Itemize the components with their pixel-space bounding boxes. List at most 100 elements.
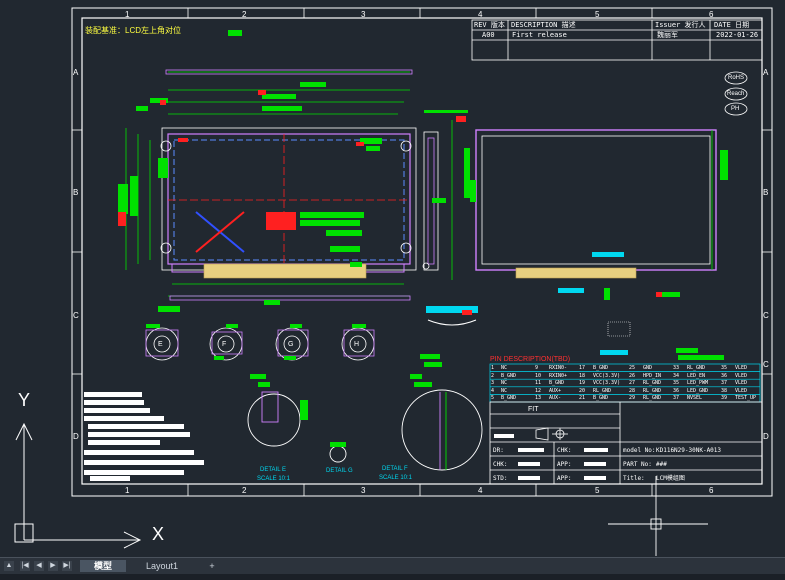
pin-table-cell: VCC(3.3V) — [593, 372, 621, 379]
fit-label: FIT — [528, 406, 539, 413]
ucs-y-label: Y — [18, 390, 31, 410]
pin-table-cell: 38 — [721, 387, 728, 394]
ucs-x-label: X — [152, 524, 165, 544]
tab-first-button[interactable]: |◀ — [20, 561, 30, 571]
pin-table-cell: B_GND — [593, 365, 609, 371]
tab-prev-button[interactable]: ◀ — [34, 561, 44, 571]
issuer-value: 魏丽军 — [657, 31, 678, 39]
detail-circles — [247, 389, 483, 471]
pin-table-cell: 11 — [535, 380, 542, 387]
model-space-canvas[interactable]: 1 2 3 4 5 6 1 2 3 4 5 6 A B C D A B C C … — [0, 0, 785, 557]
tab-last-button[interactable]: ▶| — [62, 561, 72, 571]
date-value: 2022-01-26 — [716, 31, 759, 39]
pin-table-cell: LED_EN — [687, 372, 706, 379]
col-number-6: 6 — [709, 10, 714, 19]
callout-g: G — [288, 341, 294, 348]
chk2-label: CHK: — [557, 447, 572, 454]
pin-table-title: PIN DESCRIPTION(TBD) — [490, 356, 571, 363]
row-letter-d-right: D — [763, 432, 769, 441]
col-number-2: 2 — [242, 10, 247, 19]
crosshair-cursor — [608, 476, 708, 556]
row-letter-c2-right: C — [763, 360, 769, 369]
pin-table-cell: VLED — [735, 387, 748, 394]
pin-table-cell: 26 — [629, 372, 636, 379]
pin-table-cell: 5 — [491, 395, 495, 402]
model-value: KD116N29-30NK-A013 — [656, 447, 722, 454]
title-label: Title: — [623, 475, 645, 482]
pin-table-cell: NC — [501, 387, 508, 394]
pin-table-cell: HPD_IN — [643, 372, 662, 379]
callout-f: F — [222, 341, 227, 348]
pin-table-cell: 35 — [673, 380, 680, 387]
row-letter-b: B — [73, 188, 79, 197]
tab-scroll-up-button[interactable]: ▲ — [4, 561, 14, 571]
title-value: LCM模组图 — [656, 475, 685, 482]
pin-table-cell: 1 — [491, 365, 495, 371]
detail-g-label: DETAIL G — [326, 468, 353, 474]
row-letter-d: D — [73, 432, 79, 441]
frame-ticks — [72, 8, 772, 496]
tab-next-button[interactable]: ▶ — [48, 561, 58, 571]
row-letter-b-right: B — [763, 188, 769, 197]
pin-table-cell: 17 — [579, 365, 586, 371]
pin-table-cell: 20 — [579, 387, 586, 394]
rev-header: REV 版本 — [474, 21, 505, 29]
inner-border — [81, 17, 763, 485]
part-value: ### — [656, 461, 667, 468]
assembly-note: 装配基准：LCD左上角对位 — [85, 26, 182, 35]
pin-table-cell: TEST_UP — [735, 395, 757, 402]
layout-tab-bar: ▲ |◀ ◀ ▶ ▶| 模型 Layout1 + — [0, 557, 785, 574]
detail-e-label: DETAIL E — [260, 467, 287, 473]
front-view — [118, 30, 417, 312]
pin-table-cell: 39 — [721, 395, 728, 402]
callout-h: H — [354, 341, 360, 348]
pin-table-cell: 27 — [629, 380, 636, 387]
pin-table-cell: 13 — [535, 395, 542, 402]
col-number-6-bottom: 6 — [709, 486, 714, 495]
hole-details — [145, 327, 375, 361]
pin-table-cell: RL_GND — [643, 387, 662, 394]
col-number-1-bottom: 1 — [125, 486, 130, 495]
tab-layout1[interactable]: Layout1 — [128, 560, 196, 572]
col-number-4: 4 — [478, 10, 483, 19]
badge-ph: PH — [731, 106, 740, 112]
pin-table-cell: LED_GND — [687, 387, 709, 394]
pin-table-cell: 9 — [535, 365, 539, 371]
std-label: STD: — [493, 475, 508, 482]
pin-table-cell: 21 — [579, 395, 586, 402]
app2-label: APP: — [557, 475, 572, 482]
pin-table-cell: RXIN0+ — [549, 372, 568, 379]
side-view — [422, 110, 470, 280]
date-header: DATE 日期 — [714, 21, 750, 29]
tab-model[interactable]: 模型 — [80, 560, 126, 572]
tab-add-button[interactable]: + — [198, 560, 226, 572]
pin-table-cell: B_GND — [501, 395, 517, 402]
pin-table-cell: 19 — [579, 380, 586, 387]
pin-table-cell: 37 — [721, 380, 728, 387]
col-number-4-bottom: 4 — [478, 486, 483, 495]
desc-header: DESCRIPTION 描述 — [511, 21, 576, 29]
pin-table-cell: B_GND — [501, 372, 517, 379]
pin-table-cell: 18 — [579, 372, 586, 379]
part-label: PART No: — [623, 461, 652, 468]
chk-label: CHK: — [493, 461, 508, 468]
pin-table-cell: VLED — [735, 372, 748, 379]
pin-table-cell: 25 — [629, 365, 636, 371]
pin-table-cell: AUX- — [549, 395, 562, 402]
scale-f-label: SCALE 10:1 — [379, 475, 413, 481]
pin-table-cell: 2 — [491, 372, 495, 379]
pin-table-cell: 34 — [673, 372, 680, 379]
outer-border — [71, 7, 773, 497]
col-number-3: 3 — [361, 10, 366, 19]
pin-table-cell: RXIN0- — [549, 365, 568, 371]
app-label: APP: — [557, 461, 572, 468]
row-letter-c: C — [73, 311, 79, 320]
col-number-2-bottom: 2 — [242, 486, 247, 495]
pin-table-cell: AUX+ — [549, 387, 562, 394]
pin-table-cell: 37 — [673, 395, 680, 402]
pin-table-cell: RL_GND — [687, 365, 706, 371]
back-view — [470, 129, 728, 300]
pin-table-cell: 35 — [721, 365, 728, 371]
status-strip — [0, 574, 785, 580]
pin-table-cell: 12 — [535, 387, 542, 394]
